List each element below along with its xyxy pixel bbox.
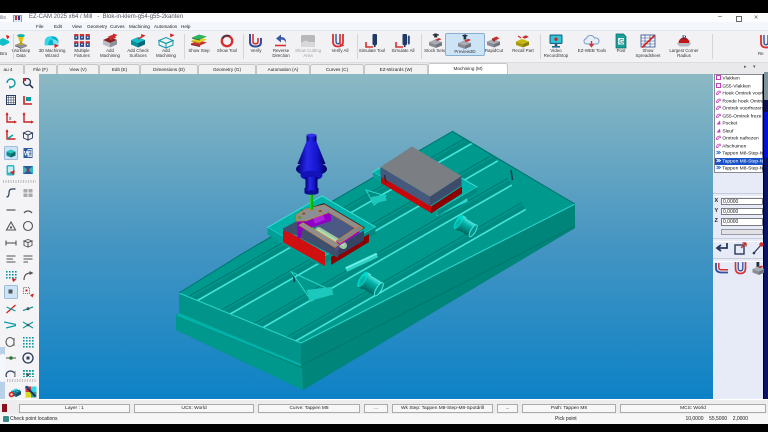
svg-text:x: x [9,116,12,122]
svg-text:W: W [24,151,30,157]
svg-text:R: R [682,34,687,41]
svg-text:G: G [619,39,624,45]
